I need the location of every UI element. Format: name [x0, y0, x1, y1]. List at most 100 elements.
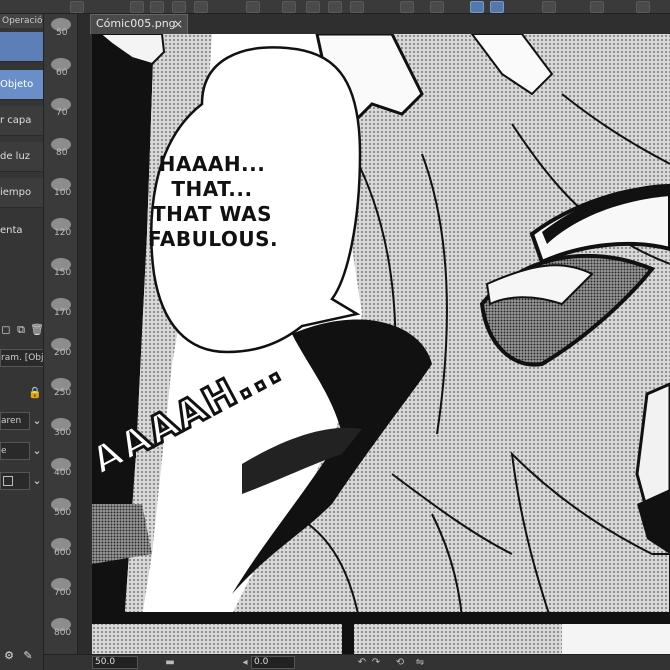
layer-blend-text: ram. [Obj [1, 353, 44, 363]
layer-blend-field[interactable]: ram. [Obj [0, 349, 44, 367]
document-tab[interactable]: Cómic005.png × [90, 14, 188, 34]
status-bar: 50.0 ▬ ◂ 0.0 ↶ ↷ ⟲ ⇋ [44, 654, 670, 670]
tool-icon[interactable] [542, 1, 556, 13]
brush-size-item[interactable]: 700 [47, 578, 75, 598]
chevron-down-icon[interactable]: ⌄ [31, 415, 43, 427]
undo-icon[interactable] [70, 1, 84, 13]
panel-item-luz[interactable]: de luz [0, 142, 43, 172]
flip-icon[interactable]: ⇋ [414, 656, 426, 669]
panel-tab-label: Operació [2, 16, 43, 26]
brush-size-item[interactable]: 80 [47, 138, 75, 158]
brush-size-label: 300 [54, 428, 72, 438]
panel-item-tiempo[interactable]: iempo [0, 178, 43, 208]
brush-size-label: 800 [54, 628, 72, 638]
mode-dropdown[interactable]: e [0, 442, 30, 460]
mode-dropdown-value: e [1, 446, 7, 456]
brush-size-label: 150 [54, 268, 72, 278]
panel-item-label: r capa [0, 115, 32, 126]
panel-item-capa[interactable]: r capa [0, 106, 43, 136]
brush-size-label: 500 [54, 508, 72, 518]
lock-icon[interactable]: 🔒 [28, 387, 42, 399]
tool-icon-selected[interactable] [490, 1, 504, 13]
brush-size-item[interactable]: 120 [47, 218, 75, 238]
blend-dropdown[interactable]: aren [0, 412, 30, 430]
rotate-right-icon[interactable]: ↷ [370, 656, 382, 669]
tool-icon[interactable] [150, 1, 164, 13]
tool-icon[interactable] [590, 1, 604, 13]
tool-icon[interactable] [246, 1, 260, 13]
zoom-field[interactable]: 50.0 [92, 656, 138, 669]
tool-icon[interactable] [350, 1, 364, 13]
tool-icon[interactable] [400, 1, 414, 13]
comic-artwork [92, 34, 670, 654]
panel-scrollbar[interactable] [78, 14, 90, 670]
brush-size-item[interactable]: 50 [47, 18, 75, 38]
reset-icon[interactable]: ⟲ [394, 656, 406, 669]
wrench-icon[interactable]: ✎ [22, 650, 34, 662]
brush-size-label: 60 [56, 68, 68, 78]
speech-line: THAT WAS [152, 202, 272, 226]
top-toolbar [0, 0, 670, 14]
brush-size-label: 120 [54, 228, 72, 238]
brush-size-item[interactable]: 170 [47, 298, 75, 318]
brush-size-label: 70 [56, 108, 68, 118]
copy-layer-icon[interactable]: ⧉ [15, 324, 27, 336]
panel-item-objeto[interactable]: Objeto [0, 70, 43, 100]
brush-size-label: 100 [54, 188, 72, 198]
brush-size-item[interactable]: 200 [47, 338, 75, 358]
brush-size-item[interactable]: 60 [47, 58, 75, 78]
rotate-left-icon[interactable]: ↶ [356, 656, 368, 669]
tool-icon[interactable] [172, 1, 186, 13]
brush-size-item[interactable]: 400 [47, 458, 75, 478]
brush-size-label: 700 [54, 588, 72, 598]
left-property-panel: Operació Objeto r capa de luz iempo enta… [0, 14, 44, 670]
app-window: Operació Objeto r capa de luz iempo enta… [0, 0, 670, 670]
speech-line: FABULOUS. [148, 227, 279, 251]
brush-size-item[interactable]: 300 [47, 418, 75, 438]
panel-tab-operation[interactable]: Operació [0, 14, 43, 28]
speech-line: THAT... [171, 177, 253, 201]
brush-size-label: 170 [54, 308, 72, 318]
zoom-slider[interactable]: ▬ [164, 656, 176, 669]
panel-item-label: iempo [0, 187, 32, 198]
brush-size-item[interactable]: 250 [47, 378, 75, 398]
brush-size-label: 80 [56, 148, 68, 158]
brush-size-item[interactable]: 600 [47, 538, 75, 558]
brush-size-item[interactable]: 70 [47, 98, 75, 118]
tool-icon[interactable] [430, 1, 444, 13]
brush-size-item[interactable]: 500 [47, 498, 75, 518]
panel-item-label: Objeto [0, 79, 34, 90]
settings-icon[interactable]: ⚙ [3, 650, 15, 662]
tool-icon-selected[interactable] [470, 1, 484, 13]
speech-line: HAAAH... [158, 152, 266, 176]
close-icon[interactable]: × [173, 15, 183, 33]
brush-size-label: 250 [54, 388, 72, 398]
tool-icon[interactable] [282, 1, 296, 13]
document-tab-title: Cómic005.png [96, 17, 176, 30]
speech-bubble-text: HAAAH... THAT... THAT WAS FABULOUS. [148, 152, 279, 252]
angle-field[interactable]: 0.0 [251, 656, 295, 669]
fill-icon[interactable] [328, 1, 342, 13]
brush-size-label: 200 [54, 348, 72, 358]
brush-size-label: 600 [54, 548, 72, 558]
swatch-dropdown[interactable] [0, 472, 30, 490]
panel-item-label: de luz [0, 151, 31, 162]
tool-icon[interactable] [636, 1, 650, 13]
new-layer-icon[interactable]: ◻ [0, 324, 12, 336]
chevron-down-icon[interactable]: ⌄ [31, 445, 43, 457]
trash-icon[interactable]: 🗑 [30, 324, 43, 336]
tool-icon[interactable] [130, 1, 144, 13]
panel-item-top[interactable] [0, 32, 43, 62]
drawing-canvas[interactable]: HAAAH... THAT... THAT WAS FABULOUS. AAAA… [92, 34, 670, 654]
brush-size-label: 400 [54, 468, 72, 478]
panel-item-herramienta[interactable]: enta [0, 225, 23, 236]
brush-size-item[interactable]: 100 [47, 178, 75, 198]
brush-size-item[interactable]: 800 [47, 618, 75, 638]
tool-icon[interactable] [194, 1, 208, 13]
blend-dropdown-value: aren [1, 416, 22, 426]
brush-size-item[interactable]: 150 [47, 258, 75, 278]
pattern-swatch-icon [3, 476, 13, 486]
rotate-reset-icon[interactable]: ◂ [239, 656, 251, 669]
tool-icon[interactable] [306, 1, 320, 13]
chevron-down-icon[interactable]: ⌄ [31, 475, 43, 487]
